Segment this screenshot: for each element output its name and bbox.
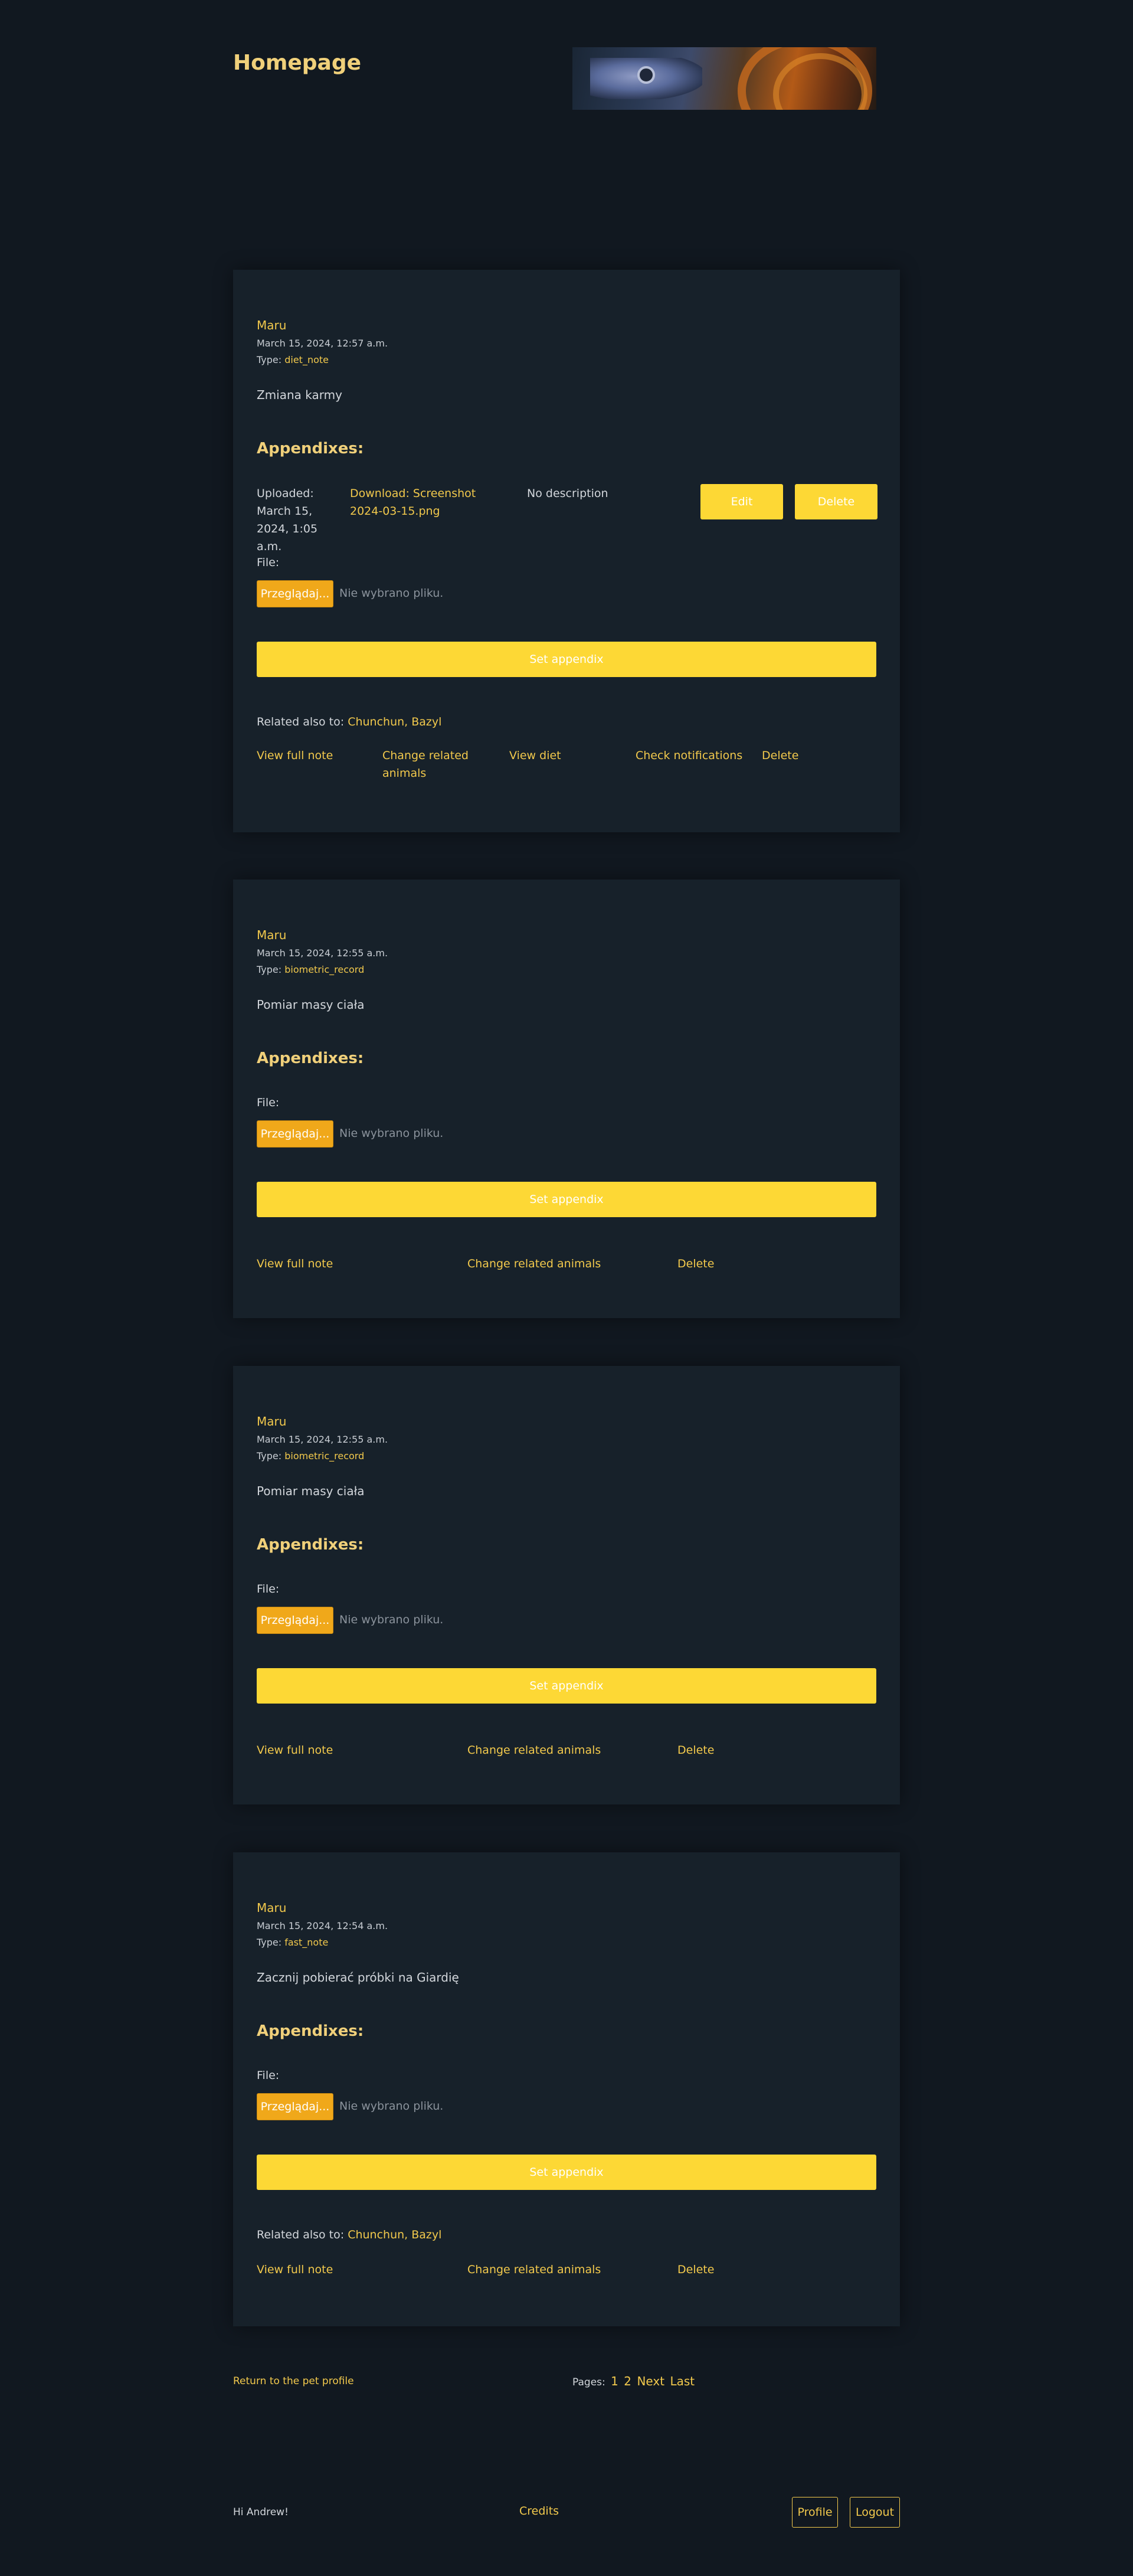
note-date: March 15, 2024, 12:55 a.m. xyxy=(257,1434,388,1445)
file-label: File: xyxy=(257,2069,280,2082)
footer: Hi Andrew! Credits Profile Logout xyxy=(233,2497,900,2530)
file-status: Nie wybrano pliku. xyxy=(339,587,444,600)
user-greeting: Hi Andrew! xyxy=(233,2506,289,2518)
browse-file-button[interactable]: Przeglądaj... xyxy=(257,1120,333,1148)
change-related-animals-link[interactable]: Change related animals xyxy=(467,2261,601,2278)
delete-note-link[interactable]: Delete xyxy=(677,1741,714,1759)
note-type-link[interactable]: biometric_record xyxy=(284,1450,364,1462)
view-full-note-link[interactable]: View full note xyxy=(257,747,333,764)
return-to-pet-profile-link[interactable]: Return to the pet profile xyxy=(233,2375,354,2387)
note-type: Type: diet_note xyxy=(257,354,329,365)
note-type: Type: biometric_record xyxy=(257,1450,364,1462)
pages-label: Pages: xyxy=(572,2376,605,2388)
check-notifications-link[interactable]: Check notifications xyxy=(636,747,742,764)
note-content: Pomiar masy ciała xyxy=(257,998,365,1012)
set-appendix-button[interactable]: Set appendix xyxy=(257,1182,876,1217)
note-date: March 15, 2024, 12:55 a.m. xyxy=(257,947,388,959)
file-status: Nie wybrano pliku. xyxy=(339,2100,444,2113)
delete-note-link[interactable]: Delete xyxy=(677,2261,714,2278)
related-prefix: Related also to: xyxy=(257,715,348,728)
note-type-link[interactable]: diet_note xyxy=(284,354,329,365)
page-title: Homepage xyxy=(233,51,362,75)
file-label: File: xyxy=(257,1583,280,1596)
appendixes-title: Appendixes: xyxy=(257,1050,364,1067)
appendix-download-link[interactable]: Download: Screenshot 2024-03-15.png xyxy=(350,485,492,520)
change-related-animals-link[interactable]: Change related animals xyxy=(467,1255,601,1273)
note-type: Type: fast_note xyxy=(257,1937,328,1948)
note-type: Type: biometric_record xyxy=(257,964,364,975)
file-status: Nie wybrano pliku. xyxy=(339,1613,444,1626)
set-appendix-button[interactable]: Set appendix xyxy=(257,1668,876,1704)
note-type-link[interactable]: biometric_record xyxy=(284,964,364,975)
related-animals: Related also to: Chunchun, Bazyl xyxy=(257,715,441,728)
set-appendix-button[interactable]: Set appendix xyxy=(257,642,876,677)
note-card: Maru March 15, 2024, 12:55 a.m. Type: bi… xyxy=(233,880,900,1318)
note-author: Maru xyxy=(257,928,287,942)
browse-file-button[interactable]: Przeglądaj... xyxy=(257,1607,333,1634)
note-date: March 15, 2024, 12:54 a.m. xyxy=(257,1920,388,1931)
related-prefix: Related also to: xyxy=(257,2228,348,2241)
view-full-note-link[interactable]: View full note xyxy=(257,1255,333,1273)
related-animals: Related also to: Chunchun, Bazyl xyxy=(257,2228,441,2241)
note-card: Maru March 15, 2024, 12:54 a.m. Type: fa… xyxy=(233,1852,900,2326)
view-full-note-link[interactable]: View full note xyxy=(257,1741,333,1759)
related-animals-link[interactable]: Chunchun, Bazyl xyxy=(348,715,441,728)
view-full-note-link[interactable]: View full note xyxy=(257,2261,333,2278)
note-card: Maru March 15, 2024, 12:57 a.m. Type: di… xyxy=(233,270,900,832)
note-content: Zmiana karmy xyxy=(257,388,342,402)
note-author: Maru xyxy=(257,1414,287,1428)
last-page-link[interactable]: Last xyxy=(670,2374,695,2388)
appendix-description: No description xyxy=(527,487,608,500)
lizard-eye xyxy=(637,66,655,84)
appendixes-title: Appendixes: xyxy=(257,1536,364,1554)
change-related-animals-link[interactable]: Change related animals xyxy=(382,747,483,782)
bottom-navigation: Return to the pet profile Pages: 1 2 Nex… xyxy=(233,2373,900,2397)
delete-appendix-button[interactable]: Delete xyxy=(795,484,877,519)
delete-note-link[interactable]: Delete xyxy=(762,747,798,764)
set-appendix-button[interactable]: Set appendix xyxy=(257,2155,876,2190)
browse-file-button[interactable]: Przeglądaj... xyxy=(257,2093,333,2120)
next-page-link[interactable]: Next xyxy=(637,2374,664,2388)
edit-appendix-button[interactable]: Edit xyxy=(700,484,783,519)
page-1-link[interactable]: 1 xyxy=(611,2374,618,2388)
type-prefix: Type: xyxy=(257,354,285,365)
file-label: File: xyxy=(257,1096,280,1109)
view-diet-link[interactable]: View diet xyxy=(509,747,561,764)
note-author: Maru xyxy=(257,318,287,332)
logout-button[interactable]: Logout xyxy=(850,2497,900,2528)
note-author: Maru xyxy=(257,1901,287,1915)
note-date: March 15, 2024, 12:57 a.m. xyxy=(257,338,388,349)
note-content: Pomiar masy ciała xyxy=(257,1484,365,1498)
browse-file-button[interactable]: Przeglądaj... xyxy=(257,580,333,607)
note-card: Maru March 15, 2024, 12:55 a.m. Type: bi… xyxy=(233,1366,900,1804)
file-label: File: xyxy=(257,556,280,569)
file-status: Nie wybrano pliku. xyxy=(339,1127,444,1140)
change-related-animals-link[interactable]: Change related animals xyxy=(467,1741,601,1759)
type-prefix: Type: xyxy=(257,1937,285,1948)
note-type-link[interactable]: fast_note xyxy=(284,1937,328,1948)
pagination: Pages: 1 2 Next Last xyxy=(572,2374,695,2388)
type-prefix: Type: xyxy=(257,964,285,975)
appendix-uploaded: Uploaded: March 15, 2024, 1:05 a.m. xyxy=(257,487,318,553)
banner-image xyxy=(572,47,876,110)
related-animals-link[interactable]: Chunchun, Bazyl xyxy=(348,2228,441,2241)
note-content: Zacznij pobierać próbki na Giardię xyxy=(257,1970,459,1985)
profile-button[interactable]: Profile xyxy=(792,2497,838,2528)
type-prefix: Type: xyxy=(257,1450,285,1462)
page-2-link[interactable]: 2 xyxy=(624,2374,631,2388)
appendixes-title: Appendixes: xyxy=(257,2022,364,2040)
appendixes-title: Appendixes: xyxy=(257,440,364,457)
credits-link[interactable]: Credits xyxy=(519,2505,559,2518)
header: Homepage xyxy=(233,47,900,112)
delete-note-link[interactable]: Delete xyxy=(677,1255,714,1273)
